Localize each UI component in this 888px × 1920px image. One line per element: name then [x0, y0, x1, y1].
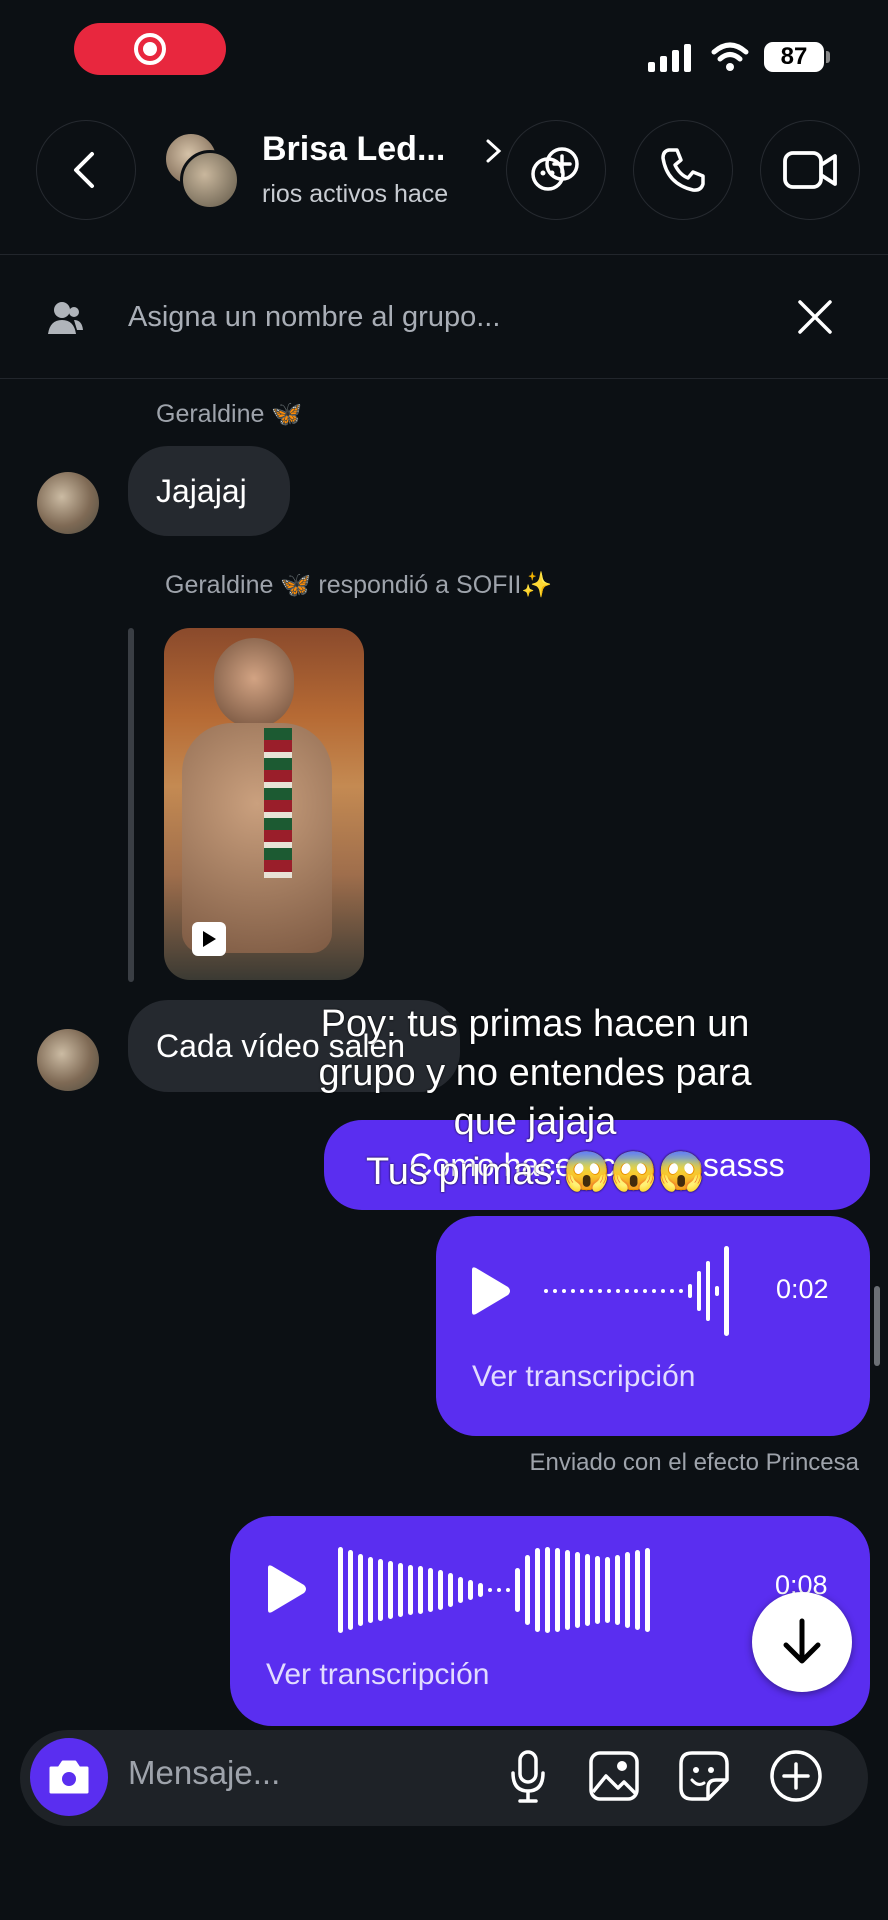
scrollbar-thumb[interactable]: [874, 1286, 880, 1366]
close-icon[interactable]: [796, 298, 834, 336]
battery-level: 87: [780, 43, 808, 70]
gallery-button[interactable]: [584, 1746, 644, 1806]
caption-line: grupo y no entendes para: [318, 1052, 752, 1094]
video-caption-overlay: Poy: tus primas hacen un grupo y no ente…: [230, 1000, 840, 1147]
group-name-prompt[interactable]: Asigna un nombre al grupo...: [128, 301, 500, 334]
phone-icon: [661, 148, 705, 192]
chat-title[interactable]: Brisa Led...: [262, 130, 445, 169]
more-options-button[interactable]: [766, 1746, 826, 1806]
camera-icon: [49, 1760, 89, 1794]
back-button[interactable]: [36, 120, 136, 220]
battery-tip: [826, 51, 830, 63]
sticker-button[interactable]: [674, 1746, 734, 1806]
camera-button[interactable]: [30, 1738, 108, 1816]
person-body: [182, 723, 332, 953]
scarf: [264, 728, 292, 878]
group-avatar-front[interactable]: [180, 150, 240, 210]
add-people-button[interactable]: [506, 120, 606, 220]
plus-circle-icon: [770, 1750, 822, 1802]
effect-note: Enviado con el efecto Princesa: [529, 1449, 859, 1476]
caption-line: Poy: tus primas hacen un: [320, 1003, 750, 1045]
message-bubble[interactable]: Jajajaj: [128, 446, 290, 536]
message-sender: Geraldine 🦋: [156, 400, 303, 428]
video-play-badge: [192, 922, 226, 956]
video-call-button[interactable]: [760, 120, 860, 220]
avatar[interactable]: [37, 1029, 99, 1091]
reply-label: Geraldine 🦋 respondió a SOFII✨: [165, 571, 553, 599]
image-icon: [589, 1751, 639, 1801]
header-divider: [0, 254, 888, 255]
battery-indicator: 87: [764, 42, 824, 72]
chevron-left-icon: [74, 152, 94, 188]
video-caption-overlay-line4: Tus primas:😱😱😱: [366, 1151, 706, 1193]
audio-duration: 0:02: [776, 1274, 829, 1304]
view-transcript-link[interactable]: Ver transcripción: [472, 1360, 695, 1394]
cellular-signal-icon: [648, 44, 691, 72]
sticker-icon: [679, 1751, 729, 1801]
message-input[interactable]: Mensaje...: [128, 1754, 280, 1792]
view-transcript-link[interactable]: Ver transcripción: [266, 1658, 489, 1692]
audio-waveform: [338, 1544, 655, 1636]
microphone-button[interactable]: [498, 1746, 558, 1806]
person-head: [214, 638, 294, 728]
message-text: Jajajaj: [156, 472, 247, 509]
avatar[interactable]: [37, 472, 99, 534]
caption-line: que jajaja: [453, 1101, 617, 1143]
chevron-right-icon[interactable]: [484, 138, 504, 164]
audio-waveform: [544, 1246, 734, 1336]
play-icon: [203, 931, 216, 947]
audio-call-button[interactable]: [633, 120, 733, 220]
add-people-icon: [531, 147, 579, 191]
play-icon[interactable]: [262, 1564, 308, 1614]
shared-video-thumbnail[interactable]: [164, 628, 364, 980]
video-camera-icon: [783, 151, 837, 189]
microphone-icon: [511, 1750, 545, 1803]
reply-bar: [128, 628, 134, 982]
chat-activity-status: rios activos hace: [262, 180, 449, 208]
scroll-to-bottom-button[interactable]: [752, 1592, 852, 1692]
wifi-icon: [711, 42, 749, 71]
group-people-icon: [48, 302, 83, 334]
voice-message[interactable]: 0:02 Ver transcripción: [436, 1216, 870, 1436]
banner-divider: [0, 378, 888, 379]
play-icon[interactable]: [466, 1266, 512, 1316]
record-icon: [134, 33, 166, 65]
arrow-down-icon: [783, 1618, 821, 1664]
screen-recording-indicator[interactable]: [74, 23, 226, 75]
